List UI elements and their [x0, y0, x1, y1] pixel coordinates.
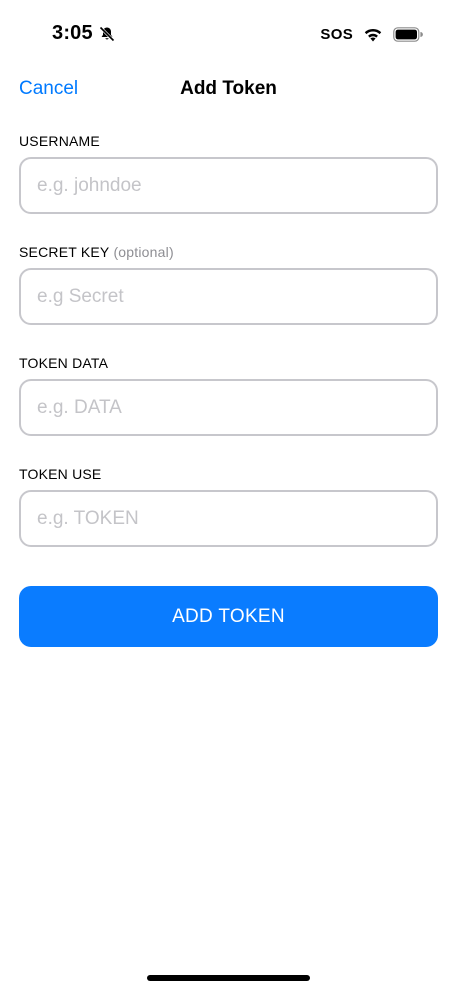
- bell-slash-icon: [99, 26, 115, 42]
- status-bar: 3:05 SOS: [0, 0, 457, 68]
- username-label-text: USERNAME: [19, 133, 100, 149]
- secret-key-field[interactable]: [19, 268, 438, 325]
- wifi-icon: [364, 28, 382, 41]
- username-field[interactable]: [19, 157, 438, 214]
- sos-indicator: SOS: [320, 25, 353, 43]
- optional-hint: (optional): [113, 244, 174, 260]
- status-right-group: SOS: [320, 24, 423, 44]
- token-data-field[interactable]: [19, 379, 438, 436]
- token-use-label: TOKEN USE: [19, 466, 101, 482]
- token-data-label-text: TOKEN DATA: [19, 355, 109, 371]
- add-token-button[interactable]: ADD TOKEN: [19, 586, 438, 647]
- token-use-field[interactable]: [19, 490, 438, 547]
- navigation-bar: Cancel Add Token: [0, 70, 457, 108]
- status-time: 3:05: [52, 22, 93, 44]
- page-title: Add Token: [180, 78, 277, 99]
- username-label: USERNAME: [19, 133, 100, 149]
- secret-key-label: SECRET KEY (optional): [19, 244, 174, 260]
- secret-key-label-text: SECRET KEY: [19, 244, 110, 260]
- home-indicator: [147, 975, 310, 981]
- token-data-label: TOKEN DATA: [19, 355, 108, 371]
- token-use-label-text: TOKEN USE: [19, 466, 102, 482]
- battery-icon: [393, 26, 423, 42]
